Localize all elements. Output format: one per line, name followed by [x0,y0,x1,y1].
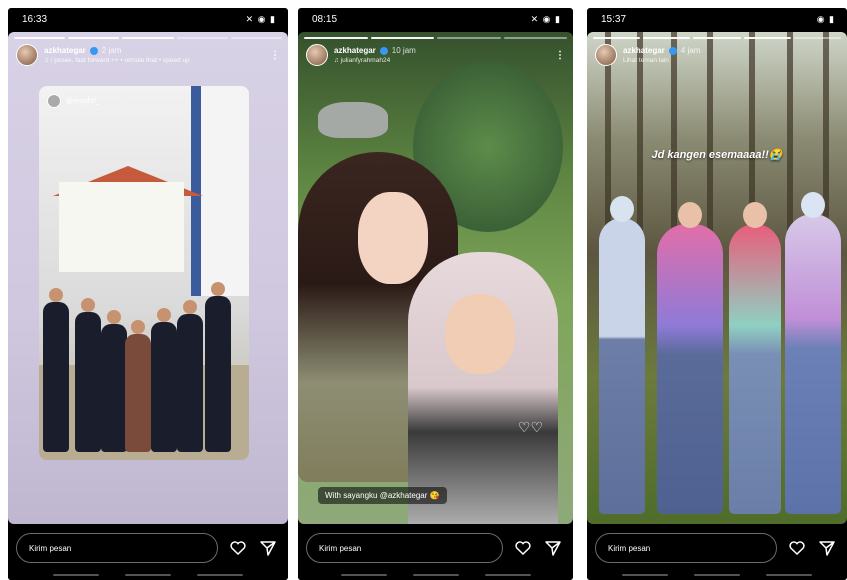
message-input[interactable]: Kirim pesan [16,533,218,563]
status-bar: 15:37 ◉ ▮ [587,8,847,30]
story-progress [593,37,842,39]
story-panel-2: 08:15 ✕ ◉ ▮ azkhategar 10 jam ♫ julianfy… [298,8,573,580]
heart-icon[interactable] [228,538,248,558]
verified-icon [89,46,98,55]
story-content[interactable]: azkhategar 4 jam Lihat teman lain Jd kan… [587,32,847,524]
time-ago: 10 jam [391,46,416,55]
reshared-photo[interactable]: @ensyhrl_ [39,86,249,460]
story-panel-1: 16:33 ✕ ◉ ▮ azkhategar 2 jam ♫ / pesek, … [8,8,288,580]
tagged-user[interactable]: @ensyhrl_ [47,94,100,108]
status-bar: 16:33 ✕ ◉ ▮ [8,8,288,30]
story-content[interactable]: azkhategar 2 jam ♫ / pesek, fast forward… [8,32,288,524]
avatar[interactable] [306,44,328,66]
status-time: 15:37 [601,13,627,25]
avatar[interactable] [16,44,38,66]
more-icon[interactable]: ⋮ [555,50,565,61]
music-info[interactable]: Lihat teman lain [623,57,839,64]
send-icon[interactable] [543,538,563,558]
send-icon[interactable] [258,538,278,558]
status-icons: ✕ ◉ ▮ [530,13,561,24]
music-info[interactable]: ♫ / pesek, fast forward ++ • remule that… [44,57,270,64]
story-header: azkhategar 2 jam ♫ / pesek, fast forward… [16,44,280,66]
status-time: 16:33 [22,13,48,25]
avatar[interactable] [595,44,617,66]
story-footer: Kirim pesan [8,524,288,580]
tagged-avatar [47,94,61,108]
verified-icon [379,46,388,55]
message-input[interactable]: Kirim pesan [306,533,503,563]
person [408,252,558,524]
nav-bar [622,574,812,576]
music-info[interactable]: ♫ julianfyrahmah24 [334,57,555,64]
username[interactable]: azkhategar [44,46,86,55]
message-input[interactable]: Kirim pesan [595,533,777,563]
send-icon[interactable] [817,538,837,558]
verified-icon [668,46,677,55]
heart-icon[interactable] [513,538,533,558]
heart-icon[interactable] [787,538,807,558]
heart-sticker-icon: ♡♡ [517,419,543,435]
username[interactable]: azkhategar [623,46,665,55]
status-icons: ◉ ▮ [816,13,835,24]
story-caption: With sayangku @azkhategar 😘 [318,487,447,504]
story-footer: Kirim pesan [587,524,847,580]
status-icons: ✕ ◉ ▮ [245,13,276,24]
story-footer: Kirim pesan [298,524,573,580]
nav-bar [53,574,243,576]
story-header: azkhategar 10 jam ♫ julianfyrahmah24 ⋮ [306,44,565,66]
story-content[interactable]: azkhategar 10 jam ♫ julianfyrahmah24 ⋮ ♡… [298,32,573,524]
tagged-username: @ensyhrl_ [66,97,100,105]
more-icon[interactable]: ⋮ [270,50,280,61]
story-progress [14,37,283,39]
time-ago: 2 jam [101,46,122,55]
story-panel-3: 15:37 ◉ ▮ azkhategar 4 jam Lihat teman l… [587,8,847,580]
story-progress [304,37,567,39]
time-ago: 4 jam [680,46,701,55]
story-caption: Jd kangen esemaaaa!!😭 [651,149,783,161]
story-header: azkhategar 4 jam Lihat teman lain [595,44,839,66]
status-time: 08:15 [312,13,338,25]
username[interactable]: azkhategar [334,46,376,55]
nav-bar [340,574,531,576]
status-bar: 08:15 ✕ ◉ ▮ [298,8,573,30]
